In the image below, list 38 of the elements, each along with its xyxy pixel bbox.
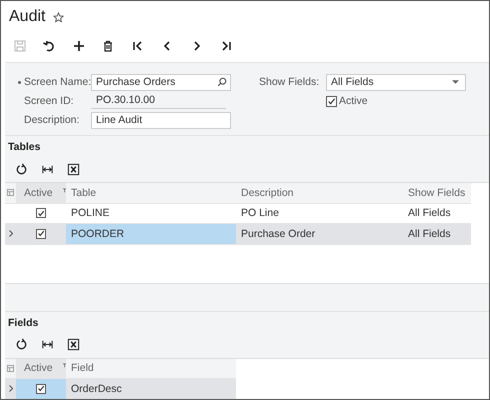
column-header[interactable]: Table [71, 186, 96, 199]
section-title: Fields [7, 316, 38, 330]
active-checkbox[interactable] [36, 384, 46, 394]
table-cell: POORDER [71, 228, 124, 240]
description-field[interactable]: Line Audit [91, 112, 231, 128]
row-pointer-icon [8, 385, 12, 392]
star-icon[interactable] [53, 12, 64, 22]
section-title: Tables [7, 140, 40, 155]
table-row[interactable]: POORDER Purchase Order All Fields [5, 224, 471, 244]
row-pointer-icon [8, 230, 12, 238]
active-checkbox[interactable] [36, 228, 46, 239]
field-label: Description: [23, 114, 80, 126]
table-cell: POLINE [71, 207, 110, 220]
field-label: Screen ID: [23, 95, 75, 107]
show-fields-dropdown[interactable]: All Fields [326, 74, 466, 90]
screen-name-field[interactable]: Purchase Orders [91, 74, 231, 90]
field-label: Show Fields: [259, 76, 320, 88]
active-checkbox[interactable] [36, 208, 46, 218]
table-cell: PO Line [241, 207, 279, 220]
plus-icon[interactable] [72, 39, 86, 53]
field-label: Screen Name: [23, 76, 91, 88]
table-cell: OrderDesc [71, 382, 122, 395]
column-header[interactable]: Field [71, 362, 94, 374]
active-label: Active [339, 95, 368, 107]
table-row[interactable]: OrderDesc [5, 379, 236, 399]
table-cell: All Fields [408, 228, 451, 240]
undo-icon[interactable] [42, 39, 56, 53]
filter-icon[interactable] [62, 363, 66, 368]
table-cell: All Fields [408, 207, 451, 220]
column-header[interactable]: Show Fields [408, 186, 466, 199]
active-checkbox[interactable] [326, 96, 337, 106]
search-icon[interactable] [217, 77, 227, 87]
column-header[interactable]: Description [241, 186, 294, 199]
caret-icon [452, 80, 459, 84]
page-title: Audit [9, 8, 46, 26]
table-cell: Purchase Order [241, 228, 316, 240]
screen-id-value: PO.30.10.00 [91, 93, 226, 109]
filter-icon[interactable] [62, 188, 66, 193]
